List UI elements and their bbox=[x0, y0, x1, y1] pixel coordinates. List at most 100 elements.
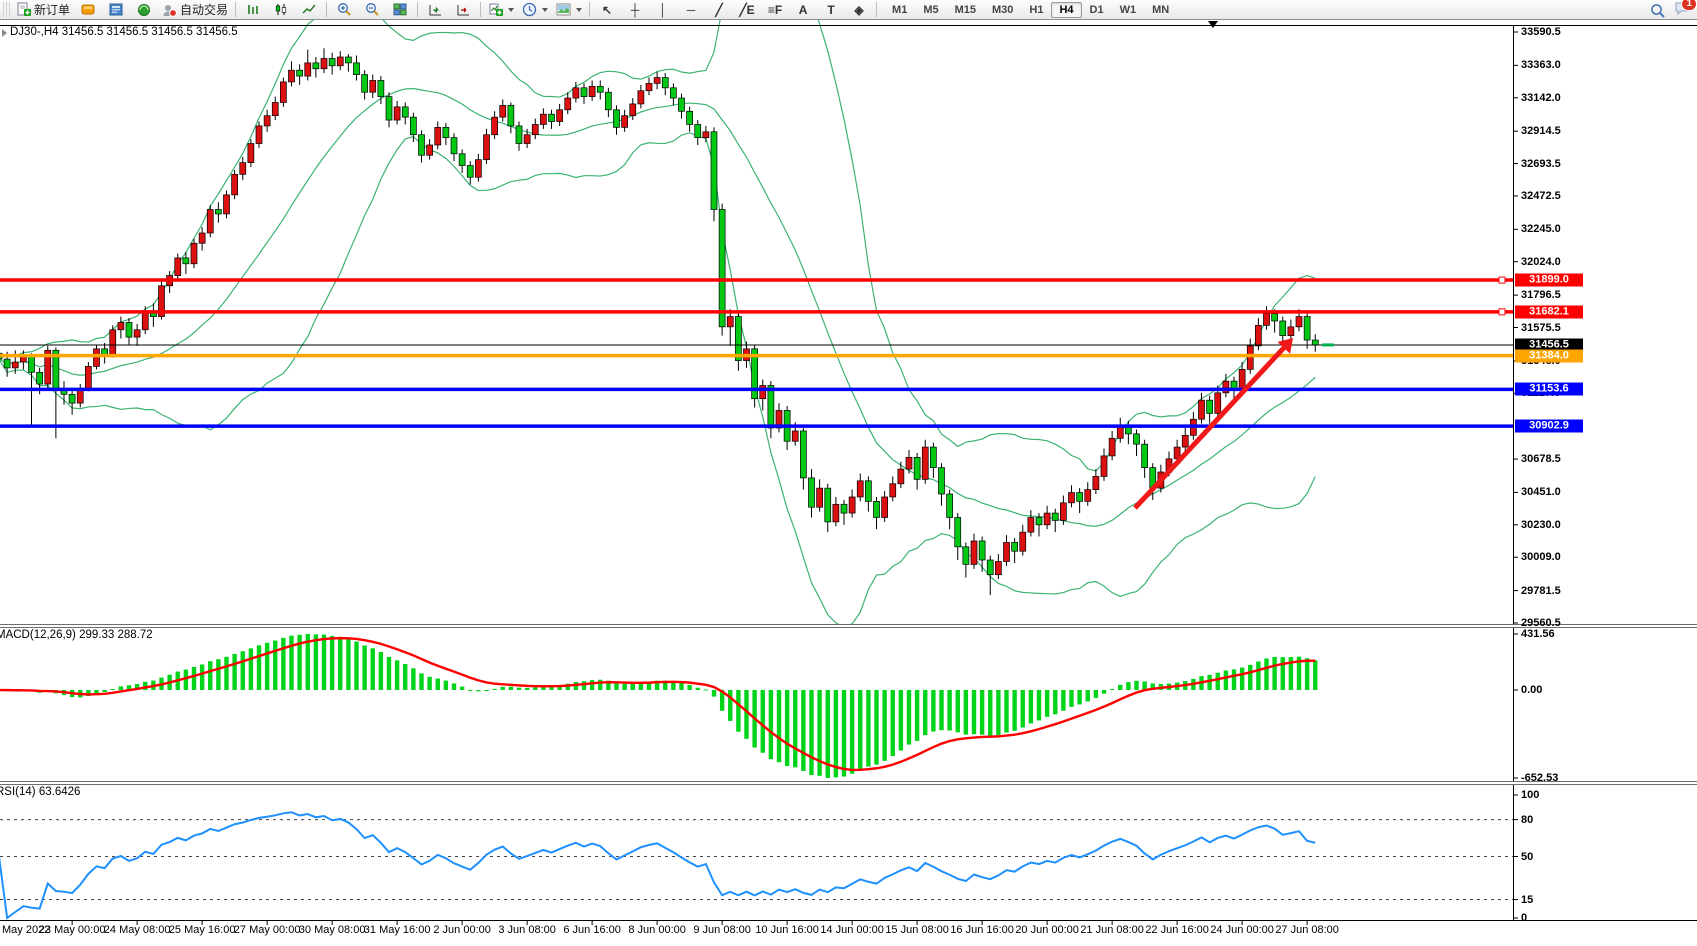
cursor-icon: ↖ bbox=[602, 2, 612, 18]
pane-separator-macd[interactable] bbox=[0, 624, 1697, 628]
price-tick-label: 32472.5 bbox=[1521, 190, 1561, 202]
cursor-tool-button[interactable]: ↖ bbox=[593, 1, 621, 19]
equidistant-channel-tool-button[interactable]: ╱E bbox=[733, 1, 761, 19]
toolbar-separator bbox=[235, 2, 236, 17]
navigator-button[interactable] bbox=[102, 1, 130, 19]
timeframe-button-mn[interactable]: MN bbox=[1144, 2, 1177, 18]
price-tick-label: 32245.0 bbox=[1521, 223, 1561, 235]
price-axis-line[interactable] bbox=[1513, 25, 1514, 920]
trendline-icon: ╱ bbox=[715, 2, 722, 18]
date-label: 30 May 08:00 bbox=[299, 924, 366, 936]
notifications-button[interactable]: 1 bbox=[1674, 1, 1691, 21]
price-level-badge: 31682.1 bbox=[1515, 305, 1583, 318]
crosshair-tool-button[interactable]: ┼ bbox=[621, 1, 649, 19]
price-tick-label: 32693.5 bbox=[1521, 158, 1561, 170]
chart-shift-button[interactable] bbox=[449, 1, 477, 19]
timeframe-button-m30[interactable]: M30 bbox=[984, 2, 1021, 18]
date-label: 8 Jun 00:00 bbox=[628, 924, 686, 936]
rsi-value: 63.6426 bbox=[39, 786, 81, 798]
price-tick-label: 33590.5 bbox=[1521, 26, 1561, 38]
timeframe-button-m1[interactable]: M1 bbox=[884, 2, 915, 18]
horizontal-line-icon: ─ bbox=[687, 2, 696, 18]
text-label-tool-button[interactable]: T bbox=[817, 1, 845, 19]
date-label: 6 Jun 16:00 bbox=[563, 924, 621, 936]
search-icon[interactable] bbox=[1650, 3, 1666, 19]
chart-shift-marker-icon[interactable] bbox=[1208, 21, 1218, 28]
autotrading-button[interactable]: 自动交易 bbox=[158, 1, 232, 19]
timeframe-button-m5[interactable]: M5 bbox=[915, 2, 946, 18]
pane-separator-rsi[interactable] bbox=[0, 781, 1697, 785]
one-click-trading-arrow[interactable] bbox=[2, 29, 7, 37]
periods-caret-icon bbox=[542, 8, 548, 12]
zoom-in-button[interactable] bbox=[330, 1, 358, 19]
line-chart-button[interactable] bbox=[295, 1, 323, 19]
templates-button[interactable] bbox=[552, 1, 586, 19]
price-tick-label: 32024.0 bbox=[1521, 256, 1561, 268]
strategy-tester-icon bbox=[137, 3, 151, 17]
fibonacci-icon: ≡F bbox=[768, 2, 782, 18]
timeframe-button-d1[interactable]: D1 bbox=[1082, 2, 1112, 18]
rsi-label: RSI(14) 63.6426 bbox=[0, 786, 80, 798]
timeframe-button-h1[interactable]: H1 bbox=[1021, 2, 1051, 18]
time-axis-line[interactable] bbox=[0, 920, 1697, 921]
toolbar-separator bbox=[589, 2, 590, 17]
rsi-axis-value: 100 bbox=[1521, 789, 1539, 801]
toolbar-right-group: 1 bbox=[1650, 1, 1691, 21]
timeframe-group: M1M5M15M30H1H4D1W1MN bbox=[884, 2, 1177, 18]
macd-name: MACD(12,26,9) bbox=[0, 629, 76, 641]
auto-scroll-button[interactable] bbox=[421, 1, 449, 19]
toolbar-separator bbox=[480, 2, 481, 17]
toolbar-separator bbox=[876, 2, 877, 17]
chart-top-border bbox=[0, 25, 1697, 26]
bollinger-upper-band bbox=[0, 0, 1315, 471]
market-watch-button[interactable] bbox=[74, 1, 102, 19]
notification-count-badge: 1 bbox=[1681, 0, 1697, 11]
price-level-badge: 31899.0 bbox=[1515, 274, 1583, 287]
indicators-icon bbox=[488, 3, 503, 17]
periods-button[interactable] bbox=[518, 1, 552, 19]
date-label: 3 Jun 08:00 bbox=[498, 924, 556, 936]
tile-windows-button[interactable] bbox=[386, 1, 414, 19]
price-tick-label: 32914.5 bbox=[1521, 125, 1561, 137]
new-order-icon bbox=[16, 2, 31, 17]
date-label: 14 Jun 00:00 bbox=[820, 924, 884, 936]
timeframe-button-w1[interactable]: W1 bbox=[1112, 2, 1145, 18]
line-anchor-handle bbox=[1499, 277, 1505, 283]
vertical-line-icon: │ bbox=[659, 2, 667, 18]
timeframe-button-h4[interactable]: H4 bbox=[1051, 2, 1081, 18]
date-label: 23 May 00:00 bbox=[39, 924, 106, 936]
bar-chart-button[interactable] bbox=[239, 1, 267, 19]
arrows-tool-button[interactable]: ◈ bbox=[845, 1, 873, 19]
vertical-line-tool-button[interactable]: │ bbox=[649, 1, 677, 19]
date-label: 27 Jun 08:00 bbox=[1275, 924, 1339, 936]
strategy-tester-button[interactable] bbox=[130, 1, 158, 19]
tile-windows-icon bbox=[393, 3, 407, 16]
text-label-icon: T bbox=[827, 2, 834, 18]
new-order-button[interactable]: 新订单 bbox=[12, 1, 74, 19]
indicators-button[interactable] bbox=[484, 1, 518, 19]
macd-axis-value: -652.53 bbox=[1521, 772, 1558, 784]
candlestick-chart-button[interactable] bbox=[267, 1, 295, 19]
date-label: 15 Jun 08:00 bbox=[885, 924, 949, 936]
date-label: 9 Jun 08:00 bbox=[693, 924, 751, 936]
trendline-tool-button[interactable]: ╱ bbox=[705, 1, 733, 19]
toolbar-separator bbox=[326, 2, 327, 17]
text-tool-button[interactable]: A bbox=[789, 1, 817, 19]
rsi-axis-value: 50 bbox=[1521, 851, 1533, 863]
zoom-out-button[interactable] bbox=[358, 1, 386, 19]
candlestick-chart-icon bbox=[274, 3, 288, 16]
price-tick-label: 30451.0 bbox=[1521, 486, 1561, 498]
macd-axis-value: 0.00 bbox=[1521, 684, 1542, 696]
price-tick-label: 31575.5 bbox=[1521, 322, 1561, 334]
date-label: 16 Jun 16:00 bbox=[950, 924, 1014, 936]
toolbar-grip[interactable] bbox=[3, 2, 10, 18]
fibonacci-tool-button[interactable]: ≡F bbox=[761, 1, 789, 19]
price-tick-label: 33363.0 bbox=[1521, 59, 1561, 71]
price-tick-label: 30230.0 bbox=[1521, 519, 1561, 531]
horizontal-line-tool-button[interactable]: ─ bbox=[677, 1, 705, 19]
timeframe-button-m15[interactable]: M15 bbox=[947, 2, 984, 18]
chart-canvas[interactable] bbox=[0, 0, 1697, 946]
line-anchor-handle bbox=[1499, 309, 1505, 315]
price-level-badge: 31384.0 bbox=[1515, 349, 1583, 362]
rsi-axis-value: 80 bbox=[1521, 814, 1533, 826]
